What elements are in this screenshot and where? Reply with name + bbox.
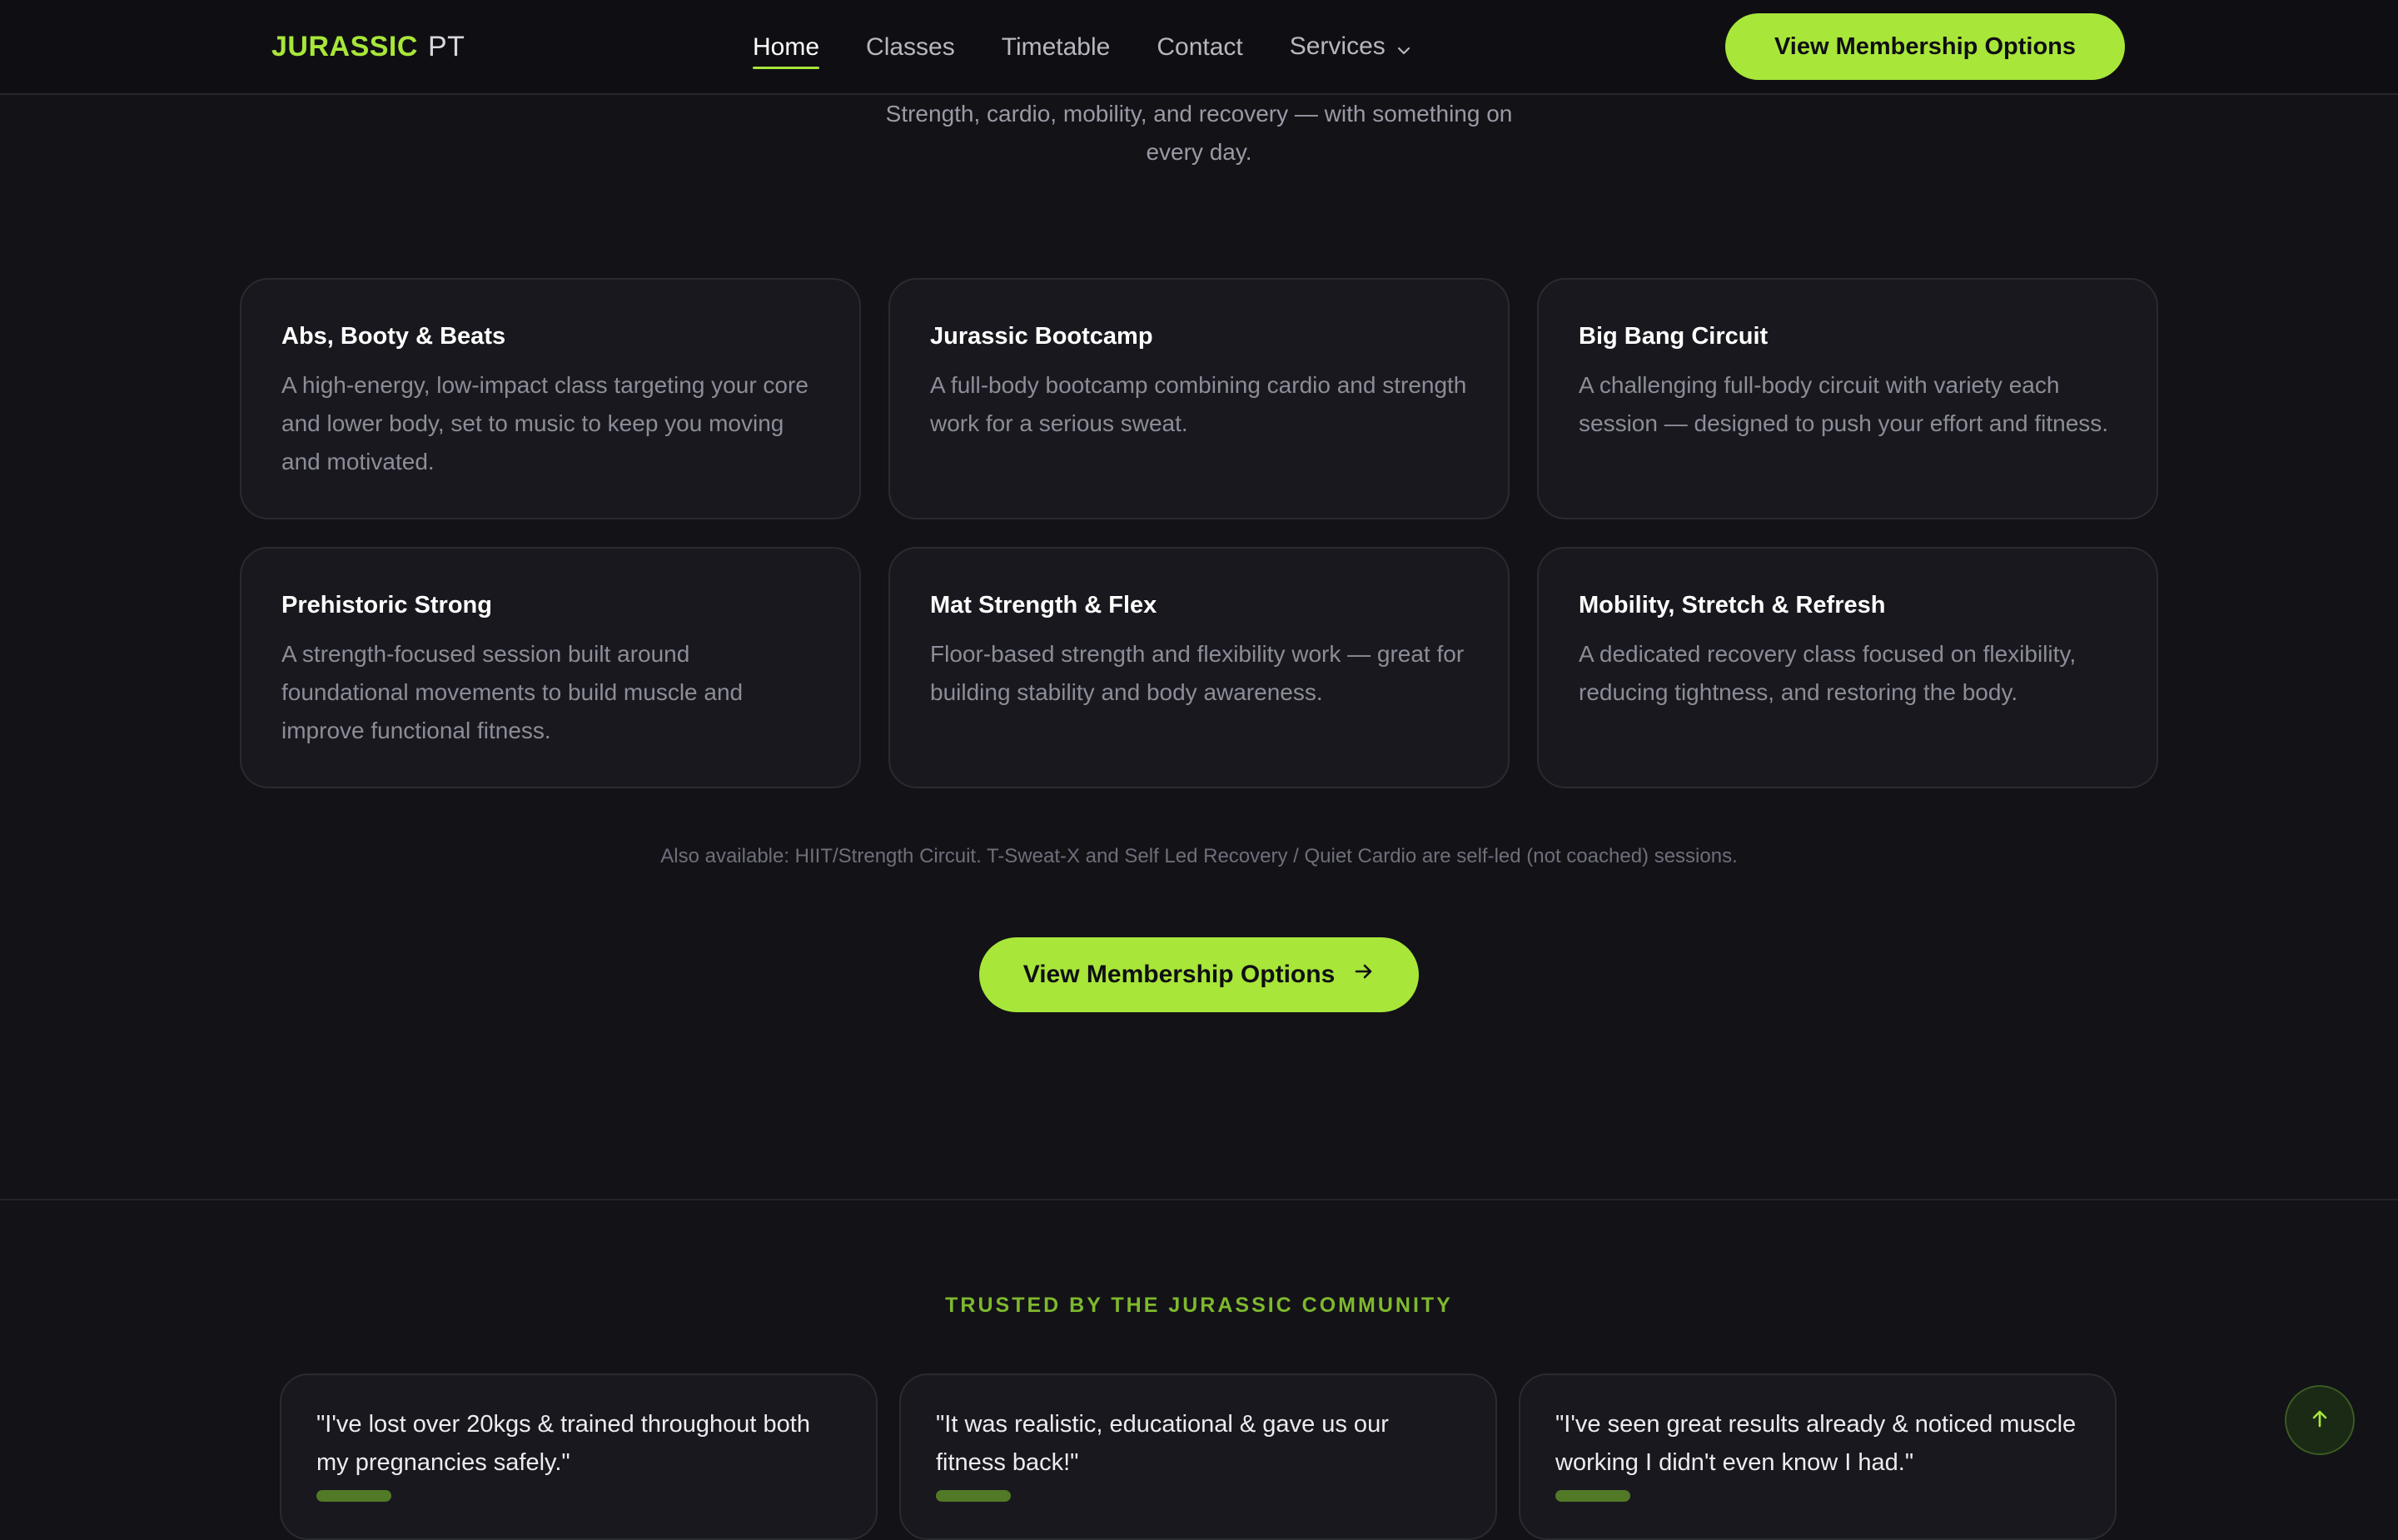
nav-dropdown-services[interactable]: Services	[1290, 28, 1410, 66]
class-description: Floor-based strength and flexibility wor…	[930, 641, 1465, 705]
class-title: Prehistoric Strong	[281, 592, 492, 618]
class-card: Big Bang Circuit A challenging full-body…	[1537, 278, 2158, 519]
arrow-up-icon	[2309, 1408, 2331, 1433]
also-available-note: Also available: HIIT/Strength Circuit. T…	[660, 845, 1738, 867]
nav-link-contact[interactable]: Contact	[1157, 29, 1242, 66]
section-divider	[0, 1199, 2398, 1200]
view-membership-button-nav[interactable]: View Membership Options	[1725, 13, 2125, 80]
testimonial-quote: "I've seen great results already & notic…	[1555, 1411, 2077, 1476]
class-title: Jurassic Bootcamp	[930, 323, 1153, 350]
classes-grid: Abs, Booty & Beats A high-energy, low-im…	[240, 278, 2158, 788]
section-subtitle: Strength, cardio, mobility, and recovery…	[885, 101, 1513, 165]
class-title: Mobility, Stretch & Refresh	[1579, 592, 1886, 618]
nav-links: Home Classes Timetable Contact Services	[753, 28, 1410, 69]
testimonial-card: "I've seen great results already & notic…	[1519, 1374, 2117, 1540]
top-navbar: JURASSIC PT Home Classes Timetable Contac…	[0, 0, 2398, 95]
logo-brand: JURASSIC	[271, 31, 418, 62]
class-card: Mobility, Stretch & Refresh A dedicated …	[1537, 547, 2158, 788]
class-description: A high-energy, low-impact class targetin…	[281, 372, 808, 474]
nav-link-home[interactable]: Home	[753, 29, 820, 69]
class-card: Prehistoric Strong A strength-focused se…	[240, 547, 861, 788]
nav-link-timetable[interactable]: Timetable	[1002, 29, 1111, 66]
community-heading: TRUSTED BY THE JURASSIC COMMUNITY	[945, 1294, 1453, 1317]
arrow-right-icon	[1353, 961, 1375, 989]
testimonial-quote: "I've lost over 20kgs & trained througho…	[316, 1411, 810, 1476]
logo[interactable]: JURASSIC PT	[271, 28, 465, 65]
nav-link-services-label: Services	[1289, 32, 1386, 60]
class-description: A challenging full-body circuit with var…	[1579, 372, 2109, 436]
class-card: Mat Strength & Flex Floor-based strength…	[888, 547, 1510, 788]
logo-suffix: PT	[427, 31, 465, 62]
class-description: A full-body bootcamp combining cardio an…	[930, 372, 1467, 436]
scroll-to-top-button[interactable]	[2285, 1385, 2355, 1455]
class-card: Abs, Booty & Beats A high-energy, low-im…	[240, 278, 861, 519]
chevron-down-icon	[1397, 29, 1410, 66]
testimonials-row: "I've lost over 20kgs & trained througho…	[280, 1374, 2117, 1540]
class-title: Mat Strength & Flex	[930, 592, 1157, 618]
testimonial-quote: "It was realistic, educational & gave us…	[936, 1411, 1389, 1476]
class-description: A strength-focused session built around …	[281, 641, 744, 743]
class-description: A dedicated recovery class focused on fl…	[1579, 641, 2077, 705]
class-title: Big Bang Circuit	[1579, 323, 1769, 350]
nav-link-classes[interactable]: Classes	[866, 29, 955, 66]
testimonial-author-partial	[936, 1490, 1011, 1502]
class-card: Jurassic Bootcamp A full-body bootcamp c…	[888, 278, 1510, 519]
class-title: Abs, Booty & Beats	[281, 323, 506, 350]
testimonial-author-partial	[1555, 1490, 1630, 1502]
testimonial-author-partial	[316, 1490, 391, 1502]
view-membership-label: View Membership Options	[1022, 961, 1336, 988]
testimonial-card: "I've lost over 20kgs & trained througho…	[280, 1374, 878, 1540]
view-membership-button[interactable]: View Membership Options	[979, 937, 1419, 1012]
testimonial-card: "It was realistic, educational & gave us…	[899, 1374, 1497, 1540]
